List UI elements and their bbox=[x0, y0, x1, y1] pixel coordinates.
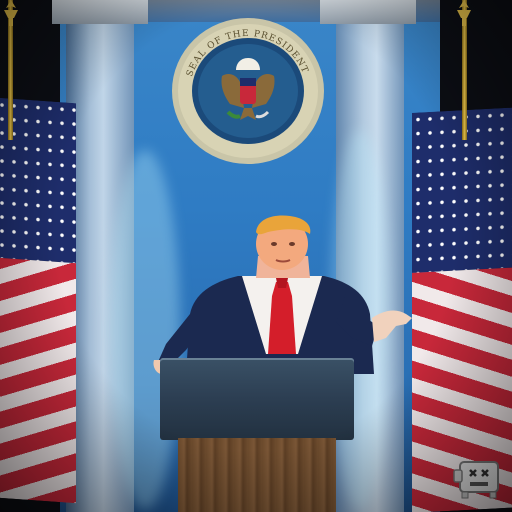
right-hand bbox=[372, 310, 412, 342]
presidential-seal-icon: SEAL OF THE PRESIDENT bbox=[172, 18, 324, 164]
podium-wood-base bbox=[178, 438, 336, 512]
robot-face-icon bbox=[453, 461, 499, 499]
podium-lectern-top bbox=[160, 358, 354, 440]
podium bbox=[160, 358, 354, 512]
photo-scene: SEAL OF THE PRESIDENT bbox=[0, 0, 512, 512]
eagle-finial-right-icon bbox=[457, 0, 471, 26]
american-flag-left bbox=[0, 96, 76, 504]
column-capital-left bbox=[52, 0, 148, 24]
eagle-finial-left-icon bbox=[4, 0, 18, 26]
column-capital-right bbox=[320, 0, 416, 24]
american-flag-right bbox=[412, 107, 512, 512]
speaker-figure bbox=[153, 215, 412, 374]
